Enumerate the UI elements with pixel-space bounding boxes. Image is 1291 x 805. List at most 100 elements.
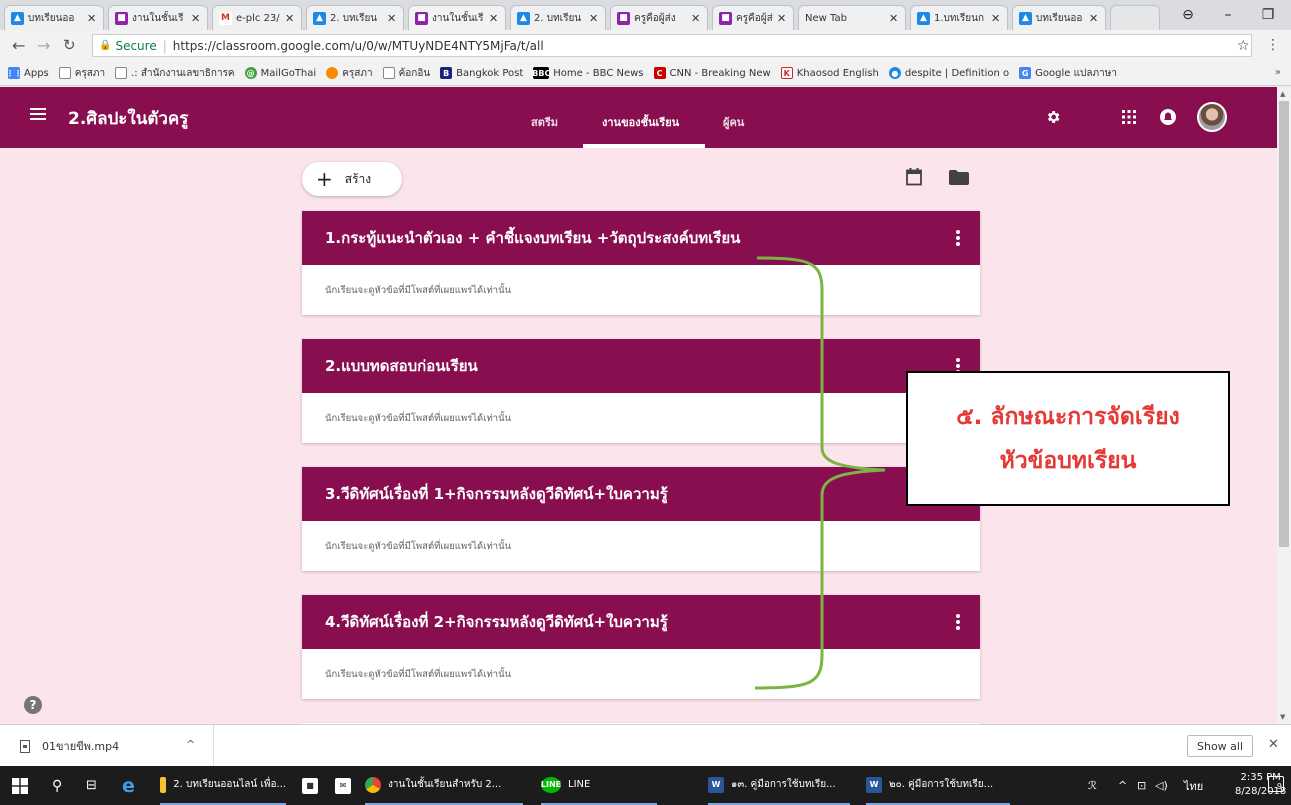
bookmark-star-icon[interactable]: ☆ [1237, 38, 1250, 54]
chevron-up-icon[interactable]: ^ [1118, 766, 1127, 805]
taskbar-item-label: 2. บทเรียนออนไลน์ เพื่อ... [173, 779, 286, 790]
bookmarks-overflow-icon[interactable]: » [1275, 67, 1281, 78]
people-icon[interactable]: ℛ [1088, 766, 1097, 805]
close-icon[interactable]: ✕ [889, 12, 899, 25]
close-icon[interactable]: ✕ [87, 12, 97, 25]
folder-icon [160, 776, 167, 793]
browser-tab[interactable]: ▲ บทเรียนออ ✕ [4, 5, 104, 30]
url-text: https://classroom.google.com/u/0/w/MTUyN… [172, 38, 544, 53]
show-all-button[interactable]: Show all [1187, 735, 1253, 757]
download-item[interactable]: 01ขายขีพ.mp4 [20, 737, 119, 755]
chevron-up-icon[interactable]: ^ [186, 738, 195, 751]
site-icon [326, 67, 339, 79]
windows-start-icon[interactable] [12, 766, 28, 805]
action-center-icon[interactable]: 9 [1268, 776, 1284, 792]
new-tab-button[interactable] [1110, 5, 1160, 30]
more-vert-icon[interactable] [956, 230, 960, 248]
browser-menu-icon[interactable]: ⋮ [1266, 37, 1280, 53]
khaosod-icon: K [780, 67, 793, 79]
minimize-icon[interactable]: – [1208, 7, 1248, 23]
more-vert-icon[interactable] [956, 614, 960, 632]
bookmark-item[interactable]: ⋮⋮ Apps [6, 67, 49, 79]
page-scrollbar[interactable]: ▲ ▼ [1277, 87, 1291, 724]
bookmark-item[interactable]: ● despite | Definition o [888, 67, 1009, 79]
topic-header[interactable]: 1.กระทู้แนะนำตัวเอง + คำชี้แจงบทเรียน +ว… [302, 211, 980, 265]
translate-icon: G [1019, 67, 1032, 79]
volume-icon[interactable]: ◁) [1155, 766, 1168, 805]
close-icon[interactable]: ✕ [1268, 737, 1279, 752]
gear-icon[interactable] [1043, 107, 1063, 127]
calendar-icon[interactable] [906, 168, 922, 190]
topic-header[interactable]: 3.วีดิทัศน์เรื่องที่ 1+กิจกรรมหลังดูวีดิ… [302, 467, 980, 521]
forward-icon[interactable]: → [37, 36, 50, 55]
bookmark-item[interactable]: C CNN - Breaking New [653, 67, 771, 79]
taskbar-item[interactable]: ✉ [335, 766, 358, 805]
close-icon[interactable]: ✕ [191, 12, 201, 25]
scrollbar-thumb[interactable] [1279, 101, 1289, 547]
close-icon[interactable]: ✕ [589, 12, 599, 25]
close-icon[interactable]: ✕ [1089, 12, 1099, 25]
taskbar-item[interactable]: งานในชั้นเรียนสำหรับ 2... [365, 766, 523, 805]
close-icon[interactable]: ✕ [285, 12, 295, 25]
maximize-icon[interactable]: ❐ [1248, 7, 1288, 23]
edge-icon[interactable]: e [122, 766, 135, 805]
taskbar-item[interactable]: W ๒๐. คู่มือการใช้บทเรีย... [866, 766, 1010, 805]
taskbar-item[interactable]: ■ [302, 766, 325, 805]
drive-icon: ▲ [917, 11, 930, 25]
reload-icon[interactable]: ↻ [63, 36, 76, 54]
browser-tab[interactable]: ▲ 1.บทเรียนก ✕ [910, 5, 1008, 30]
close-icon[interactable]: ✕ [991, 12, 1001, 25]
topic-header[interactable]: 2.แบบทดสอบก่อนเรียน [302, 339, 980, 393]
file-icon [20, 739, 30, 753]
bookmark-item[interactable]: K Khaosod English [780, 67, 879, 79]
notifications-icon[interactable] [1158, 107, 1178, 127]
bookmark-item[interactable]: ค้อกอิน [382, 66, 430, 81]
help-icon[interactable]: ? [24, 696, 42, 714]
browser-tab-active[interactable]: ■ งานในชั้นเรี ✕ [408, 5, 506, 30]
browser-tab[interactable]: ■ งานในชั้นเรี ✕ [108, 5, 208, 30]
bookmark-item[interactable]: ครุสภา [58, 66, 105, 81]
taskbar-item[interactable]: LINE LINE [541, 766, 657, 805]
browser-tab[interactable]: M e-plc 23/ ✕ [212, 5, 302, 30]
browser-tab[interactable]: ■ ครูคือผู้ส่ง ✕ [712, 5, 794, 30]
address-bar[interactable]: 🔒 Secure | https://classroom.google.com/… [92, 34, 1252, 57]
network-icon[interactable]: ⊡ [1137, 766, 1146, 805]
class-title[interactable]: 2.ศิลปะในตัวครู [68, 105, 188, 132]
browser-tab[interactable]: ■ ครูคือผู้ส่ง ✕ [610, 5, 708, 30]
avatar[interactable] [1197, 102, 1227, 132]
create-button[interactable]: + สร้าง [302, 162, 402, 196]
tab-classwork[interactable]: งานของชั้นเรียน [602, 113, 679, 131]
plus-icon: + [316, 167, 333, 191]
browser-tab[interactable]: New Tab ✕ [798, 5, 906, 30]
profile-icon[interactable]: ⊖ [1168, 7, 1208, 23]
close-icon[interactable]: ✕ [777, 12, 787, 25]
task-view-icon[interactable]: ⊟ [86, 766, 97, 805]
folder-icon[interactable] [949, 170, 969, 189]
bookmark-item[interactable]: BBC Home - BBC News [532, 67, 644, 79]
bookmark-item[interactable]: ครุสภา [326, 66, 373, 81]
taskbar-item[interactable]: 2. บทเรียนออนไลน์ เพื่อ... [160, 766, 286, 805]
main-menu-icon[interactable] [30, 108, 46, 120]
scroll-up-icon[interactable]: ▲ [1280, 90, 1285, 98]
topic-header[interactable]: 4.วีดิทัศน์เรื่องที่ 2+กิจกรรมหลังดูวีดิ… [302, 595, 980, 649]
search-icon[interactable]: ⚲ [52, 766, 62, 805]
tab-stream[interactable]: สตรีม [531, 113, 558, 131]
close-icon[interactable]: ✕ [387, 12, 397, 25]
tab-people[interactable]: ผู้คน [723, 113, 744, 131]
drive-icon: ▲ [1019, 11, 1032, 25]
bookmark-item[interactable]: B Bangkok Post [440, 67, 523, 79]
scroll-down-icon[interactable]: ▼ [1280, 713, 1285, 721]
browser-tab[interactable]: ▲ 2. บทเรียน ✕ [306, 5, 404, 30]
bookmark-item[interactable]: G Google แปลภาษา [1019, 66, 1117, 81]
bookmark-item[interactable]: @ MailGoThai [244, 67, 316, 79]
bookmark-item[interactable]: .: สำนักงานเลขาธิการค [115, 66, 235, 81]
taskbar-item[interactable]: W ๑๓. คู่มือการใช้บทเรีย... [708, 766, 850, 805]
browser-tab[interactable]: ▲ 2. บทเรียน ✕ [510, 5, 606, 30]
browser-tab[interactable]: ▲ บทเรียนออ ✕ [1012, 5, 1106, 30]
annotation-line-2: หัวข้อบทเรียน [999, 448, 1137, 474]
apps-grid-icon[interactable] [1119, 107, 1139, 127]
close-icon[interactable]: ✕ [489, 12, 499, 25]
back-icon[interactable]: ← [12, 36, 25, 55]
language-indicator[interactable]: ไทย [1184, 766, 1203, 805]
close-icon[interactable]: ✕ [691, 12, 701, 25]
